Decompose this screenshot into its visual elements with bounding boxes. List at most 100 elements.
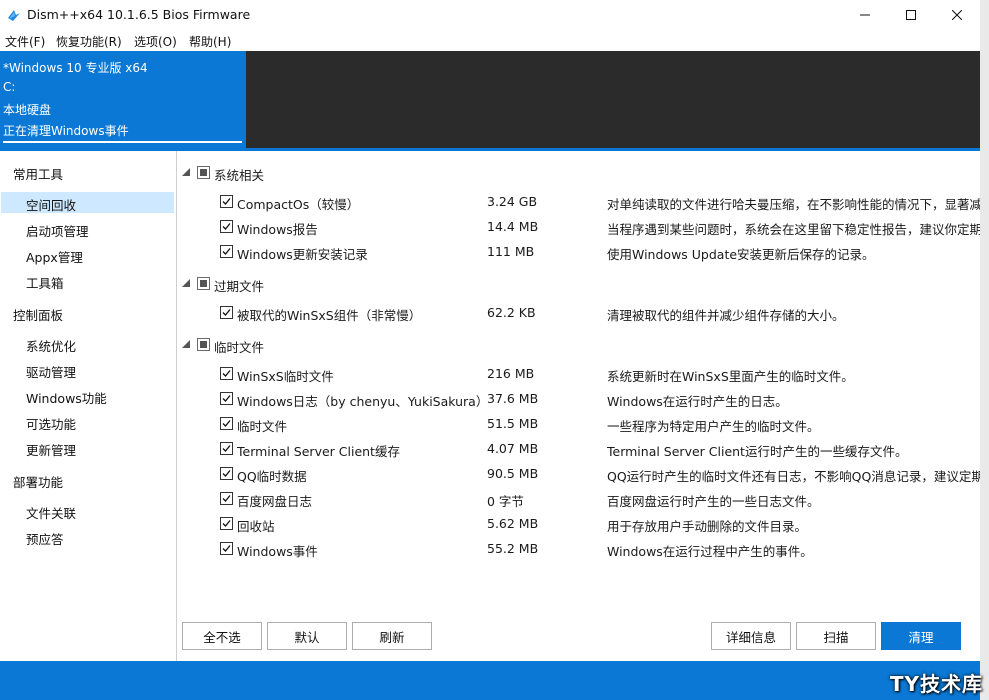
checkmark-icon	[222, 420, 231, 427]
item-name: CompactOs（较慢）	[237, 197, 360, 212]
cleanup-item[interactable]: 被取代的WinSxS组件（非常慢） 62.2 KB 清理被取代的组件并减少组件存…	[177, 302, 980, 324]
menu-restore[interactable]: 恢复功能(R)	[56, 33, 122, 50]
maximize-button[interactable]	[888, 0, 934, 30]
sidebar-item-optional-features[interactable]: 可选功能	[26, 414, 76, 433]
sidebar-item-file-association[interactable]: 文件关联	[26, 503, 76, 522]
item-description: Terminal Server Client运行时产生的一些缓存文件。	[607, 444, 908, 459]
item-name: QQ临时数据	[237, 469, 307, 484]
cleanup-item[interactable]: 百度网盘日志 0 字节 百度网盘运行时产生的一些日志文件。	[177, 488, 980, 510]
item-checkbox[interactable]	[220, 492, 233, 505]
menu-file[interactable]: 文件(F)	[5, 33, 45, 50]
cleanup-item[interactable]: Windows更新安装记录 111 MB 使用Windows Update安装更…	[177, 241, 980, 263]
item-name: Terminal Server Client缓存	[237, 444, 400, 459]
collapse-triangle-icon[interactable]	[182, 340, 190, 348]
sidebar-item-toolbox[interactable]: 工具箱	[26, 273, 64, 292]
cleanup-item[interactable]: Terminal Server Client缓存 4.07 MB Termina…	[177, 438, 980, 460]
sidebar-item-answer-file[interactable]: 预应答	[26, 529, 64, 548]
title-bar[interactable]: Dism++x64 10.1.6.5 Bios Firmware	[0, 0, 980, 30]
item-checkbox[interactable]	[220, 220, 233, 233]
item-description: Windows在运行时产生的日志。	[607, 394, 788, 409]
item-name: 百度网盘日志	[237, 494, 313, 509]
cleanup-group[interactable]: 临时文件	[177, 335, 980, 355]
cleanup-item[interactable]: Windows日志（by chenyu、YukiSakura） 37.6 MB …	[177, 388, 980, 410]
sidebar-group-deployment[interactable]: 部署功能	[13, 472, 63, 491]
collapse-triangle-icon[interactable]	[182, 168, 190, 176]
cleanup-group[interactable]: 系统相关	[177, 163, 980, 183]
session-progress-bar	[3, 141, 242, 143]
item-description: 用于存放用户手动删除的文件目录。	[607, 519, 808, 534]
item-checkbox[interactable]	[220, 442, 233, 455]
group-label: 过期文件	[214, 279, 265, 294]
group-checkbox-partial[interactable]	[197, 338, 210, 351]
refresh-button[interactable]: 刷新	[352, 622, 432, 650]
sidebar-item-appx-manager[interactable]: Appx管理	[26, 247, 83, 266]
item-description: 系统更新时在WinSxS里面产生的临时文件。	[607, 369, 854, 384]
item-checkbox[interactable]	[220, 367, 233, 380]
close-button[interactable]	[934, 0, 980, 30]
sidebar-group-common-tools[interactable]: 常用工具	[13, 164, 63, 183]
cleanup-group[interactable]: 过期文件	[177, 274, 980, 294]
item-checkbox[interactable]	[220, 306, 233, 319]
cleanup-item[interactable]: Windows事件 55.2 MB Windows在运行过程中产生的事件。	[177, 538, 980, 560]
status-bar	[0, 661, 980, 700]
checkmark-icon	[222, 223, 231, 230]
collapse-triangle-icon[interactable]	[182, 279, 190, 287]
sidebar-item-space-recovery[interactable]: 空间回收	[26, 195, 76, 214]
cleanup-item[interactable]: 临时文件 51.5 MB 一些程序为特定用户产生的临时文件。	[177, 413, 980, 435]
sidebar-item-startup-manager[interactable]: 启动项管理	[26, 221, 89, 240]
sidebar-item-update-manager[interactable]: 更新管理	[26, 440, 76, 459]
item-name: 临时文件	[237, 419, 288, 434]
sidebar-item-driver-manager[interactable]: 驱动管理	[26, 362, 76, 381]
item-checkbox[interactable]	[220, 517, 233, 530]
default-button[interactable]: 默认	[267, 622, 347, 650]
cleanup-item[interactable]: WinSxS临时文件 216 MB 系统更新时在WinSxS里面产生的临时文件。	[177, 363, 980, 385]
item-size: 3.24 GB	[487, 194, 538, 209]
item-checkbox[interactable]	[220, 195, 233, 208]
item-size: 62.2 KB	[487, 305, 536, 320]
item-checkbox[interactable]	[220, 245, 233, 258]
scan-button[interactable]: 扫描	[796, 622, 876, 650]
item-description: 对单纯读取的文件进行哈夫曼压缩，在不影响性能的情况下，显著减少	[607, 197, 980, 212]
menu-help[interactable]: 帮助(H)	[189, 33, 231, 50]
item-name: Windows报告	[237, 222, 318, 237]
item-description: Windows在运行过程中产生的事件。	[607, 544, 813, 559]
item-name: 回收站	[237, 519, 275, 534]
minimize-icon	[860, 14, 870, 16]
clean-button[interactable]: 清理	[881, 622, 961, 650]
minimize-button[interactable]	[842, 0, 888, 30]
item-checkbox[interactable]	[220, 417, 233, 430]
checkmark-icon	[222, 395, 231, 402]
group-label: 临时文件	[214, 340, 265, 355]
details-button[interactable]: 详细信息	[711, 622, 791, 650]
checkmark-icon	[222, 248, 231, 255]
menu-options[interactable]: 选项(O)	[134, 33, 177, 50]
deselect-all-button[interactable]: 全不选	[182, 622, 262, 650]
cleanup-item[interactable]: 回收站 5.62 MB 用于存放用户手动删除的文件目录。	[177, 513, 980, 535]
group-checkbox-partial[interactable]	[197, 166, 210, 179]
session-disk: 本地硬盘	[3, 103, 52, 117]
close-icon	[952, 10, 962, 20]
checkmark-icon	[222, 520, 231, 527]
item-description: QQ运行时产生的临时文件还有日志，不影响QQ消息记录，建议定期册	[607, 469, 980, 484]
item-size: 51.5 MB	[487, 416, 539, 431]
checkmark-icon	[222, 370, 231, 377]
group-checkbox-partial[interactable]	[197, 277, 210, 290]
sidebar-item-system-optimize[interactable]: 系统优化	[26, 336, 76, 355]
app-icon	[8, 10, 20, 21]
item-size: 14.4 MB	[487, 219, 539, 234]
cleanup-item[interactable]: CompactOs（较慢） 3.24 GB 对单纯读取的文件进行哈夫曼压缩，在不…	[177, 191, 980, 213]
checkmark-icon	[222, 198, 231, 205]
item-checkbox[interactable]	[220, 392, 233, 405]
sidebar-item-windows-features[interactable]: Windows功能	[26, 388, 107, 407]
session-card[interactable]: *Windows 10 专业版 x64 C: 本地硬盘 正在清理Windows事…	[0, 51, 246, 148]
checkmark-icon	[222, 445, 231, 452]
background-window-edge	[980, 0, 989, 700]
cleanup-item[interactable]: Windows报告 14.4 MB 当程序遇到某些问题时，系统会在这里留下稳定性…	[177, 216, 980, 238]
cleanup-item[interactable]: QQ临时数据 90.5 MB QQ运行时产生的临时文件还有日志，不影响QQ消息记…	[177, 463, 980, 485]
item-size: 216 MB	[487, 366, 535, 381]
session-os: *Windows 10 专业版 x64	[3, 61, 148, 75]
item-checkbox[interactable]	[220, 542, 233, 555]
sidebar-group-control-panel[interactable]: 控制面板	[13, 305, 63, 324]
checkmark-icon	[222, 470, 231, 477]
item-checkbox[interactable]	[220, 467, 233, 480]
